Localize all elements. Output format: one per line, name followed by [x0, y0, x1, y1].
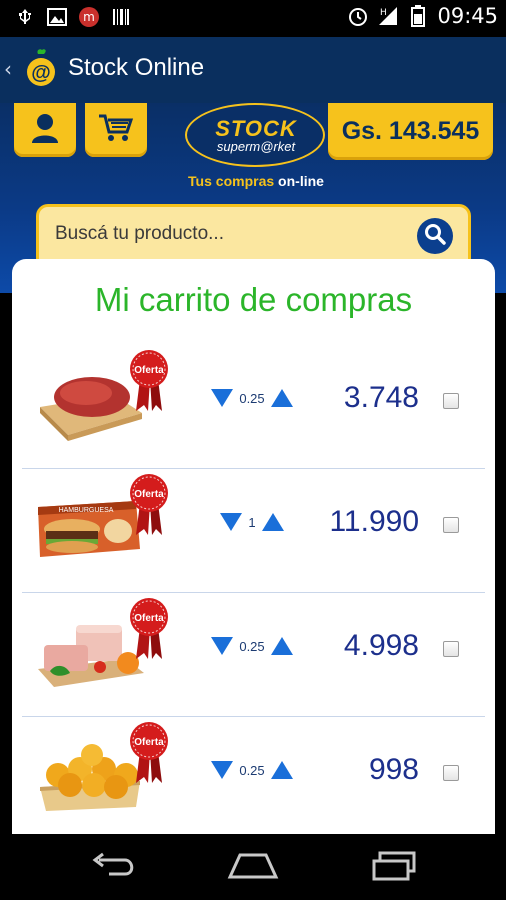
app-title: Stock Online	[68, 54, 205, 81]
quantity-stepper: 0.25	[192, 389, 312, 407]
cart-panel: Mi carrito de compras Oferta 0.25 3.748 …	[12, 259, 495, 834]
search-input[interactable]	[55, 223, 395, 245]
quantity-value: 0.25	[239, 390, 265, 406]
tagline-part-1: Tus compras	[188, 173, 279, 189]
usb-icon	[14, 6, 36, 28]
action-bar: ‹ @ Stock Online	[0, 37, 506, 103]
increase-arrow-icon[interactable]	[270, 389, 293, 407]
quantity-value: 1	[248, 514, 256, 530]
quantity-value: 0.25	[239, 762, 265, 778]
svg-text:H: H	[380, 8, 387, 18]
back-chevron-icon[interactable]: ‹	[4, 57, 12, 81]
logo-supermarket: superm@rket	[216, 139, 296, 154]
item-price: 3.748	[343, 381, 419, 414]
decrease-arrow-icon[interactable]	[220, 513, 243, 531]
oferta-label: Oferta	[134, 489, 164, 500]
battery-icon	[407, 5, 429, 27]
decrease-arrow-icon[interactable]	[211, 761, 234, 779]
alarm-icon	[347, 5, 369, 27]
quantity-value: 0.25	[239, 638, 265, 654]
cart-button[interactable]	[85, 103, 147, 157]
tagline-part-2: on-line	[278, 173, 324, 189]
item-checkbox[interactable]	[443, 517, 459, 533]
decrease-arrow-icon[interactable]	[211, 637, 234, 655]
quantity-stepper: 0.25	[192, 637, 312, 655]
oferta-label: Oferta	[134, 737, 164, 748]
item-checkbox[interactable]	[443, 765, 459, 781]
oferta-badge: Oferta	[128, 597, 170, 661]
logo-tagline: Tus compras on-line	[183, 173, 329, 189]
account-button[interactable]	[14, 103, 76, 157]
decrease-arrow-icon[interactable]	[211, 389, 234, 407]
home-icon	[226, 851, 280, 885]
item-price: 998	[368, 753, 419, 786]
clock: 09:45	[437, 4, 498, 28]
cart-title: Mi carrito de compras	[94, 281, 413, 318]
recent-apps-button[interactable]	[364, 851, 424, 885]
cart-item: Oferta 0.25 4.998	[22, 593, 485, 717]
item-checkbox[interactable]	[443, 641, 459, 657]
search-icon	[424, 223, 446, 249]
item-checkbox[interactable]	[443, 393, 459, 409]
shopping-cart-icon	[98, 113, 134, 147]
cart-item: Oferta 0.25 998	[22, 717, 485, 834]
increase-arrow-icon[interactable]	[270, 637, 293, 655]
navigation-bar	[0, 834, 506, 900]
increase-arrow-icon[interactable]	[270, 761, 293, 779]
barcode-icon	[110, 6, 132, 28]
oferta-label: Oferta	[134, 613, 164, 624]
oferta-badge: Oferta	[128, 721, 170, 785]
app-logo-icon[interactable]: @	[24, 48, 58, 90]
cart-items-list: Oferta 0.25 3.748 HAMBURGUESA Oferta 1 1…	[12, 345, 495, 834]
quantity-stepper: 0.25	[192, 761, 312, 779]
search-bar	[36, 204, 471, 264]
svg-text:HAMBURGUESA: HAMBURGUESA	[59, 507, 114, 514]
home-button[interactable]	[223, 852, 283, 884]
back-arrow-icon	[89, 852, 139, 884]
quantity-stepper: 1	[192, 513, 312, 531]
balance-display[interactable]: Gs. 143.545	[328, 103, 493, 160]
stock-supermarket-logo: STOCK superm@rket Tus compras on-line	[183, 103, 329, 195]
recent-apps-icon	[368, 851, 420, 885]
user-icon	[31, 113, 59, 147]
oferta-badge: Oferta	[128, 473, 170, 537]
back-button[interactable]	[84, 852, 144, 884]
svg-text:@: @	[31, 62, 51, 84]
search-button[interactable]	[417, 218, 453, 254]
signal-icon: H	[377, 5, 399, 27]
status-bar: m H 09:45	[0, 0, 506, 37]
cart-item: Oferta 0.25 3.748	[22, 345, 485, 469]
item-price: 4.998	[343, 629, 419, 662]
image-icon	[46, 6, 68, 28]
item-price: 11.990	[329, 505, 419, 538]
app-notification-icon: m	[78, 6, 100, 28]
increase-arrow-icon[interactable]	[261, 513, 284, 531]
svg-text:m: m	[83, 10, 95, 24]
cart-item: HAMBURGUESA Oferta 1 11.990	[22, 469, 485, 593]
oferta-badge: Oferta	[128, 349, 170, 413]
oferta-label: Oferta	[134, 365, 164, 376]
